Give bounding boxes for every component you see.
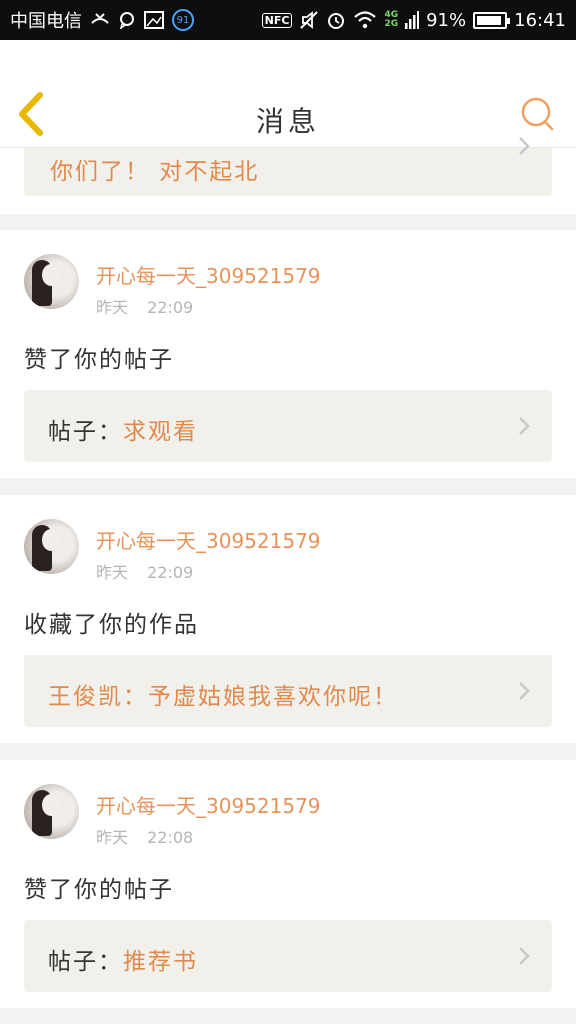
status-bar: 中国电信 91 NFC 4G 2G 91% 16:41: [0, 0, 576, 40]
work-reference-title: 王俊凯：予虚姑娘我喜欢你呢！: [48, 684, 398, 710]
battery-percent: 91%: [426, 9, 467, 31]
nfc-icon: NFC: [261, 12, 293, 28]
work-reference[interactable]: 王俊凯：予虚姑娘我喜欢你呢！: [24, 655, 552, 727]
message-card[interactable]: 开心每一天_309521579 昨天 22:09 收藏了你的作品 王俊凯：予虚姑…: [0, 495, 576, 743]
search-button[interactable]: [518, 94, 558, 134]
chevron-right-icon: [518, 416, 530, 440]
mute-icon: [299, 10, 319, 30]
chevron-right-icon: [518, 681, 530, 705]
post-reference-title: 推荐书: [123, 949, 198, 975]
page-title: 消息: [255, 105, 320, 138]
post-reference-label: 帖子：: [48, 419, 123, 445]
app-header: 消息: [0, 40, 576, 148]
message-card-partial: 你们了！ 对不起北: [0, 137, 576, 214]
avatar[interactable]: [24, 254, 79, 309]
timestamp: 昨天 22:09: [96, 563, 194, 582]
action-text: 赞了你的帖子: [24, 347, 174, 373]
network-type-icon: 4G 2G: [384, 10, 399, 29]
notification-badge-icon: 91: [172, 9, 194, 31]
image-icon: [144, 11, 164, 29]
chevron-right-icon: [518, 946, 530, 970]
action-text: 赞了你的帖子: [24, 877, 174, 903]
battery-icon: [473, 11, 511, 29]
username[interactable]: 开心每一天_309521579: [96, 260, 321, 289]
clock: 16:41: [514, 9, 566, 31]
post-reference-text: 你们了！ 对不起北: [50, 159, 260, 185]
wifi-icon: [353, 10, 377, 30]
avatar[interactable]: [24, 784, 79, 839]
post-reference-label: 帖子：: [48, 949, 123, 975]
message-card[interactable]: 开心每一天_309521579 昨天 22:09 赞了你的帖子 帖子：求观看: [0, 230, 576, 478]
username[interactable]: 开心每一天_309521579: [96, 525, 321, 554]
chevron-right-icon: [518, 136, 530, 160]
action-text: 收藏了你的作品: [24, 612, 199, 638]
avatar[interactable]: [24, 519, 79, 574]
search-icon: [521, 97, 554, 131]
chat-bubble-icon: [118, 11, 136, 29]
carrier-label: 中国电信: [10, 11, 82, 32]
timestamp: 昨天 22:09: [96, 298, 194, 317]
timestamp: 昨天 22:08: [96, 828, 194, 847]
alarm-icon: [326, 10, 346, 30]
message-card[interactable]: 开心每一天_309521579 昨天 22:08 赞了你的帖子 帖子：推荐书: [0, 760, 576, 1008]
post-reference-partial[interactable]: 你们了！ 对不起北: [24, 137, 552, 196]
post-reference-title: 求观看: [123, 419, 198, 445]
missed-call-icon: [90, 11, 110, 29]
post-reference[interactable]: 帖子：推荐书: [24, 920, 552, 992]
username[interactable]: 开心每一天_309521579: [96, 790, 321, 819]
post-reference[interactable]: 帖子：求观看: [24, 390, 552, 462]
signal-icon: [405, 11, 420, 29]
